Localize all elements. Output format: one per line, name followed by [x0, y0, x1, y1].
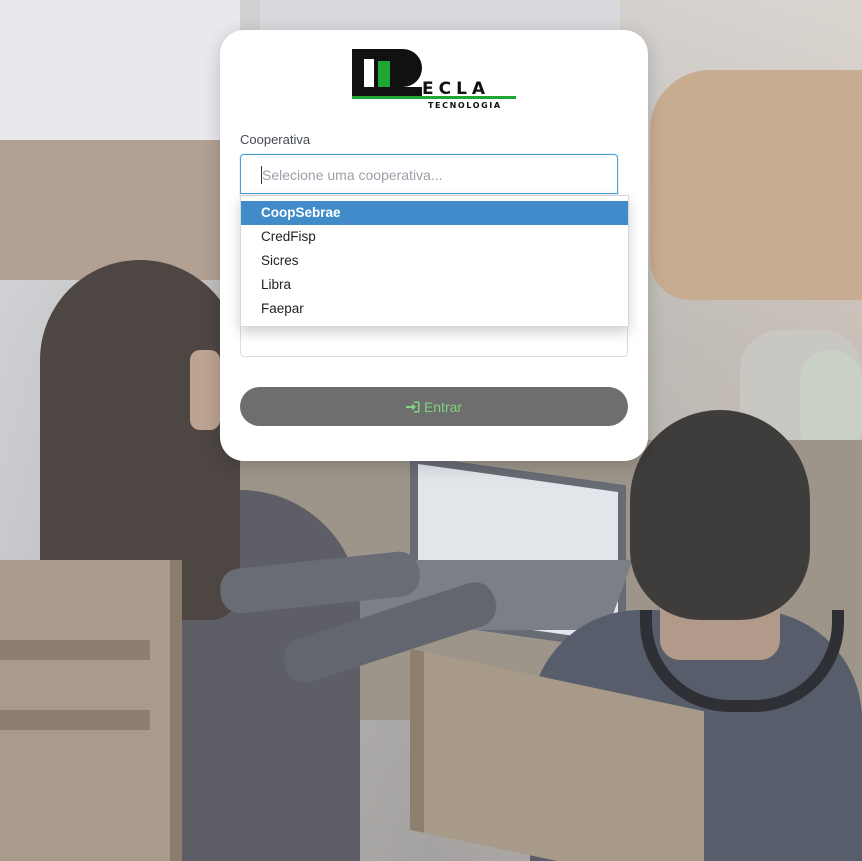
logo-subtitle: Tecnologia	[428, 101, 502, 110]
dropdown-option-coopsebrae[interactable]: CoopSebrae	[241, 201, 628, 225]
cooperativa-select-input[interactable]: Selecione uma cooperativa...	[240, 154, 618, 194]
select-placeholder: Selecione uma cooperativa...	[262, 167, 443, 183]
cooperativa-dropdown: CoopSebrae CredFisp Sicres Libra Faepar	[240, 195, 629, 327]
cooperativa-label: Cooperativa	[240, 132, 311, 147]
sign-in-icon	[405, 401, 420, 413]
entrar-button-label: Entrar	[423, 398, 463, 415]
login-card: ECLA Tecnologia Cooperativa Selecione um…	[220, 30, 648, 461]
decla-logo: ECLA Tecnologia	[352, 49, 516, 112]
logo-word: ECLA	[422, 79, 491, 99]
dropdown-option-faepar[interactable]: Faepar	[241, 297, 628, 321]
dropdown-option-libra[interactable]: Libra	[241, 273, 628, 297]
dropdown-option-sicres[interactable]: Sicres	[241, 249, 628, 273]
entrar-button[interactable]: Entrar	[240, 387, 628, 426]
dropdown-option-credfisp[interactable]: CredFisp	[241, 225, 628, 249]
